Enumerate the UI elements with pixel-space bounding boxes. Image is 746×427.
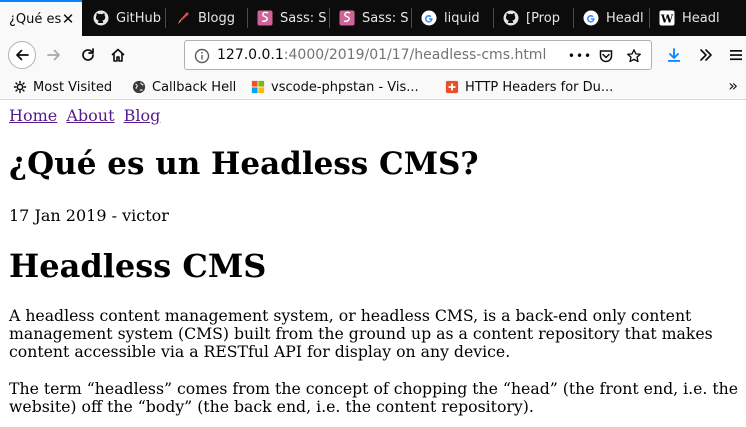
menu-button[interactable] [722, 41, 746, 69]
url-host: 127.0.0.1 [217, 47, 284, 63]
section-heading: Headless CMS [9, 247, 267, 285]
tab-github[interactable]: GitHub [84, 0, 164, 36]
tab-title: liquid [444, 10, 480, 26]
plus-badge-icon [444, 79, 460, 95]
tab-sass-1[interactable]: Sass: S [248, 0, 328, 36]
back-button[interactable] [8, 41, 36, 69]
arrow-right-icon [47, 49, 60, 61]
tab-github-prop[interactable]: [Prop [494, 0, 572, 36]
page-content: Home About Blog ¿Qué es un Headless CMS?… [0, 100, 746, 427]
post-meta: 17 Jan 2019 - victor [9, 206, 169, 225]
paragraph: A headless content management system, or… [9, 306, 713, 361]
google-icon [583, 10, 599, 26]
arrow-left-icon [16, 49, 29, 61]
close-icon[interactable]: ✕ [60, 11, 76, 27]
bookmark-star-icon[interactable] [625, 47, 643, 65]
chevron-double-right-icon[interactable]: » [728, 76, 738, 95]
pen-icon [175, 10, 191, 26]
home-icon [111, 48, 125, 62]
home-button[interactable] [104, 41, 132, 69]
bookmarks-toolbar: Most Visited Callback Hell vscode-phpsta… [0, 74, 746, 100]
bookmark-label: Callback Hell [152, 79, 237, 95]
reload-button[interactable] [74, 41, 102, 69]
download-icon [668, 48, 680, 62]
tab-title: Sass: S [362, 10, 409, 26]
paragraph: The term “headless” comes from the conce… [9, 379, 739, 416]
page-actions-icon[interactable]: ••• [568, 47, 591, 65]
reload-icon [82, 48, 94, 61]
downloads-button[interactable] [660, 41, 688, 69]
tab-title: Headl [682, 10, 720, 26]
bookmark-callback-hell[interactable]: Callback Hell [131, 78, 236, 96]
github-icon [503, 10, 519, 26]
tab-title: ¿Qué es [9, 11, 62, 27]
tab-title: Sass: S [280, 10, 327, 26]
forward-button[interactable] [40, 41, 68, 69]
bookmark-most-visited[interactable]: Most Visited [12, 78, 112, 96]
tab-google-headless[interactable]: Headl [574, 0, 648, 36]
bookmark-label: HTTP Headers for Du... [465, 79, 614, 95]
tab-active[interactable]: ¿Qué es ✕ [0, 0, 82, 36]
gear-icon [12, 79, 28, 95]
tab-title: [Prop [526, 10, 560, 26]
url-text[interactable]: 127.0.0.1:4000/2019/01/17/headless-cms.h… [217, 47, 546, 63]
tab-wikipedia[interactable]: W Headl [650, 0, 746, 36]
tab-sass-2[interactable]: Sass: S [330, 0, 410, 36]
bookmark-label: vscode-phpstan - Vis... [271, 79, 419, 95]
tab-title: Blogg [198, 10, 235, 26]
tab-strip: ¿Qué es ✕ GitHub Blogg Sass: S Sass: S l… [0, 0, 746, 36]
tab-google-liquid[interactable]: liquid [412, 0, 492, 36]
tab-blogger[interactable]: Blogg [166, 0, 246, 36]
overflow-button[interactable] [692, 41, 720, 69]
url-bar[interactable]: 127.0.0.1:4000/2019/01/17/headless-cms.h… [184, 40, 652, 70]
github-icon [93, 10, 109, 26]
nav-link-blog[interactable]: Blog [124, 106, 161, 125]
nav-link-home[interactable]: Home [9, 106, 57, 125]
post-title: ¿Qué es un Headless CMS? [9, 146, 479, 182]
wikipedia-icon: W [659, 10, 675, 26]
sass-icon [339, 10, 355, 26]
sass-icon [257, 10, 273, 26]
info-icon[interactable] [193, 47, 211, 65]
navigation-toolbar: 127.0.0.1:4000/2019/01/17/headless-cms.h… [0, 36, 746, 74]
hamburger-menu-icon [730, 50, 742, 61]
google-icon [421, 10, 437, 26]
chevron-double-right-icon [700, 49, 712, 61]
tab-title: Headl [606, 10, 644, 26]
site-navigation: Home About Blog [9, 106, 164, 125]
globe-icon [131, 79, 147, 95]
bookmark-label: Most Visited [33, 79, 113, 95]
svg-text:W: W [660, 13, 674, 26]
windows-icon [250, 79, 266, 95]
bookmark-vscode-phpstan[interactable]: vscode-phpstan - Vis... [250, 78, 419, 96]
pocket-icon[interactable] [597, 47, 615, 65]
bookmark-http-headers[interactable]: HTTP Headers for Du... [444, 78, 613, 96]
nav-link-about[interactable]: About [66, 106, 114, 125]
url-path: :4000/2019/01/17/headless-cms.html [283, 47, 547, 63]
tab-title: GitHub [116, 10, 162, 26]
